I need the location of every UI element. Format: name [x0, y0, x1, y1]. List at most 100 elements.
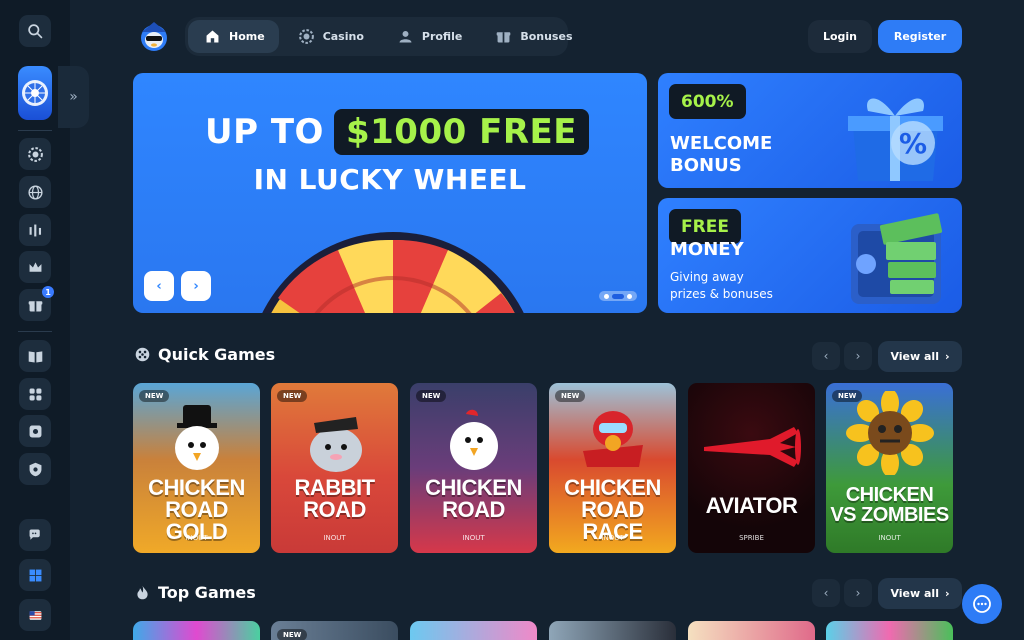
gift-icon — [28, 300, 42, 311]
sidebar-item-games[interactable] — [19, 378, 51, 410]
live-chat-button[interactable] — [962, 584, 1002, 624]
carousel-dot[interactable] — [627, 293, 632, 299]
sidebar-item-vip[interactable] — [19, 251, 51, 283]
game-card-chicken-vs-zombies[interactable]: NEW CHICKEN VS ZOMBIES INOUT — [826, 383, 953, 553]
sidebar: » 1 — [0, 0, 89, 640]
top-game-card[interactable] — [688, 621, 815, 640]
dice-icon — [135, 347, 150, 362]
search-icon — [27, 23, 42, 38]
book-icon — [28, 350, 42, 362]
sidebar-item-windows-app[interactable] — [19, 559, 51, 591]
top-game-card[interactable]: NEW — [271, 621, 398, 640]
sidebar-item-region[interactable] — [19, 599, 51, 631]
top-games-next-button[interactable]: › — [844, 579, 872, 607]
hero-highlight: $1000 FREE — [333, 109, 589, 155]
user-icon — [399, 30, 412, 43]
promo-title: WELCOME — [670, 133, 773, 154]
hero-prev-button[interactable]: ‹ — [144, 271, 174, 301]
logo[interactable] — [136, 18, 172, 54]
tab-profile[interactable]: Profile — [381, 20, 476, 53]
casino-chip-icon — [298, 29, 314, 44]
top-game-card[interactable] — [133, 621, 260, 640]
chevron-left-icon: ‹ — [823, 349, 829, 363]
game-title: CHICKEN VS ZOMBIES — [830, 484, 949, 526]
sidebar-item-security[interactable] — [19, 453, 51, 485]
sidebar-expand-toggle[interactable]: » — [58, 66, 89, 128]
search-button[interactable] — [19, 15, 51, 47]
promo-subtitle: prizes & bonuses — [670, 287, 773, 301]
lucky-wheel-icon — [22, 80, 48, 106]
shield-icon — [29, 462, 41, 476]
casino-chip-icon — [27, 146, 43, 162]
money-safe-icon — [851, 213, 943, 304]
new-badge: NEW — [277, 629, 308, 640]
top-games-title: Top Games — [158, 583, 256, 602]
view-all-label: View all — [890, 350, 939, 363]
tab-casino[interactable]: Casino — [282, 20, 378, 53]
tab-home[interactable]: Home — [188, 20, 279, 53]
home-icon — [206, 30, 219, 43]
register-button[interactable]: Register — [878, 20, 962, 53]
sidebar-item-rules[interactable] — [19, 340, 51, 372]
sidebar-item-language[interactable] — [19, 176, 51, 208]
tab-casino-label: Casino — [322, 30, 364, 43]
sidebar-item-gifts[interactable]: 1 — [19, 286, 54, 321]
hero-subheadline: IN LUCKY WHEEL — [253, 163, 527, 196]
game-title: AVIATOR — [705, 493, 798, 518]
carousel-dot-active[interactable] — [612, 293, 624, 299]
game-card-rabbit-road[interactable]: NEW RABBIT ROAD INOUT — [271, 383, 398, 553]
promo-welcome-bonus[interactable]: 600% WELCOME BONUS % — [658, 73, 962, 188]
sidebar-item-live[interactable] — [19, 214, 51, 246]
quick-games-prev-button[interactable]: ‹ — [812, 342, 840, 370]
live-stats-icon — [29, 224, 41, 236]
chevron-right-icon: › — [944, 350, 950, 363]
globe-icon — [27, 184, 43, 200]
top-games-heading: Top Games — [134, 583, 256, 602]
top-game-card[interactable] — [410, 621, 537, 640]
chevron-left-icon: ‹ — [823, 586, 829, 600]
game-card-chicken-road[interactable]: NEW CHICKEN ROAD INOUT — [410, 383, 537, 553]
top-games-prev-button[interactable]: ‹ — [812, 579, 840, 607]
login-button[interactable]: Login — [808, 20, 872, 53]
promo-free-money[interactable]: FREE MONEY Giving away prizes & bonuses — [658, 198, 962, 313]
top-game-card[interactable] — [826, 621, 953, 640]
chat-icon — [973, 595, 991, 613]
expand-icon: » — [69, 89, 78, 105]
new-badge: NEW — [139, 390, 170, 402]
promo-tag: 600% — [669, 84, 746, 119]
sunflower-art — [846, 391, 934, 475]
new-badge: NEW — [277, 390, 308, 402]
top-games-view-all[interactable]: View all › — [878, 578, 962, 609]
game-card-aviator[interactable]: AVIATOR SPRIBE — [688, 383, 815, 553]
game-provider: INOUT — [601, 534, 624, 542]
hero-headline: UP TO $1000 FREE — [205, 109, 589, 155]
game-title: CHICKEN ROAD — [425, 475, 522, 522]
fire-icon — [137, 585, 148, 600]
divider — [18, 331, 52, 332]
chevron-right-icon: › — [944, 587, 950, 600]
hero-next-button[interactable]: › — [181, 271, 211, 301]
game-card-chicken-road-race[interactable]: NEW CHICKEN ROAD RACE INOUT — [549, 383, 676, 553]
quick-games-view-all[interactable]: View all › — [878, 341, 962, 372]
game-card-chicken-road-gold[interactable]: NEW CHICKEN ROAD GOLD INOUT — [133, 383, 260, 553]
new-badge: NEW — [555, 390, 586, 402]
carousel-dot[interactable] — [604, 293, 609, 299]
top-game-card[interactable] — [549, 621, 676, 640]
divider — [18, 130, 52, 131]
chevron-right-icon: › — [855, 586, 861, 600]
hero-prefix: UP TO — [205, 112, 324, 152]
tab-profile-label: Profile — [421, 30, 463, 43]
game-provider: INOUT — [323, 534, 346, 542]
airplane-art — [704, 427, 801, 467]
sidebar-item-support[interactable] — [19, 519, 51, 551]
lucky-wheel-button[interactable] — [18, 66, 52, 120]
game-provider: INOUT — [878, 534, 901, 542]
sidebar-item-casino[interactable] — [19, 138, 51, 170]
tab-bonuses[interactable]: Bonuses — [479, 20, 586, 53]
game-art — [310, 417, 362, 472]
quick-games-title: Quick Games — [158, 345, 276, 364]
sidebar-item-wallet[interactable] — [19, 415, 51, 447]
quick-games-next-button[interactable]: › — [844, 342, 872, 370]
chevron-right-icon: › — [855, 349, 861, 363]
safe-icon — [29, 425, 41, 437]
